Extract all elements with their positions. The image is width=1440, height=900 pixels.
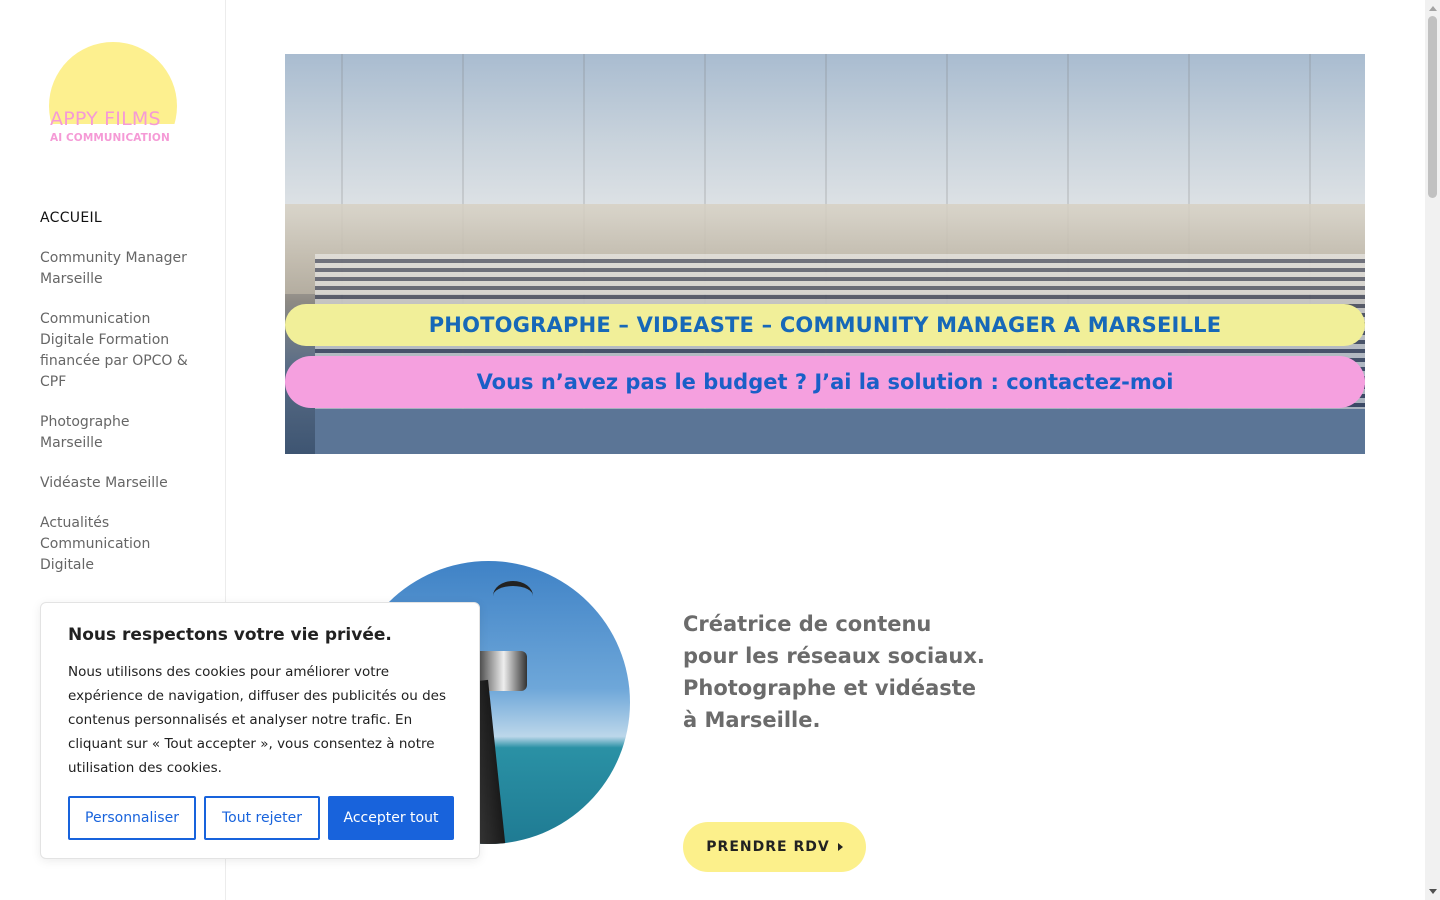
cookie-text: Nous utilisons des cookies pour améliore… bbox=[68, 664, 446, 776]
accept-all-button[interactable]: Accepter tout bbox=[328, 796, 454, 840]
page-scrollbar[interactable] bbox=[1425, 0, 1440, 900]
nav-item-actualites[interactable]: Actualités Communication Digitale bbox=[40, 513, 190, 576]
prendre-rdv-button[interactable]: PRENDRE RDV bbox=[683, 822, 866, 872]
nav-item-community-manager[interactable]: Community Manager Marseille bbox=[40, 248, 190, 290]
customize-button[interactable]: Personnaliser bbox=[68, 796, 196, 840]
cookie-consent-dialog: Nous respectons votre vie privée. Nous u… bbox=[40, 602, 480, 859]
main-nav: ACCUEIL Community Manager Marseille Comm… bbox=[40, 208, 190, 595]
cookie-title: Nous respectons votre vie privée. bbox=[68, 625, 392, 645]
tagline-line: pour les réseaux sociaux. bbox=[683, 644, 985, 668]
hero-headline: PHOTOGRAPHE – VIDEASTE – COMMUNITY MANAG… bbox=[285, 304, 1365, 346]
tagline-line: Photographe et vidéaste bbox=[683, 676, 977, 700]
nav-item-photographe[interactable]: Photographe Marseille bbox=[40, 412, 190, 454]
scroll-up-icon[interactable] bbox=[1429, 6, 1437, 11]
logo-subtitle: AI COMMUNICATION bbox=[50, 132, 170, 144]
hero-subline[interactable]: Vous n’avez pas le budget ? J’ai la solu… bbox=[285, 356, 1365, 408]
nav-item-formation[interactable]: Communication Digitale Formation financé… bbox=[40, 309, 190, 393]
site-logo[interactable]: APPY FILMS AI COMMUNICATION bbox=[48, 42, 178, 152]
caret-right-icon bbox=[837, 843, 843, 851]
kite-icon bbox=[493, 581, 533, 611]
nav-item-accueil[interactable]: ACCUEIL bbox=[40, 208, 190, 229]
tagline-line: à Marseille. bbox=[683, 708, 821, 732]
scrollbar-thumb[interactable] bbox=[1428, 16, 1437, 198]
scroll-down-icon[interactable] bbox=[1429, 889, 1437, 894]
sun-logo-icon bbox=[49, 42, 177, 124]
logo-title: APPY FILMS bbox=[50, 108, 161, 130]
intro-tagline: Créatrice de contenu pour les réseaux so… bbox=[683, 608, 1003, 736]
rdv-label: PRENDRE RDV bbox=[706, 839, 830, 855]
reject-all-button[interactable]: Tout rejeter bbox=[204, 796, 320, 840]
nav-item-videaste[interactable]: Vidéaste Marseille bbox=[40, 473, 190, 494]
tagline-line: Créatrice de contenu bbox=[683, 612, 932, 636]
